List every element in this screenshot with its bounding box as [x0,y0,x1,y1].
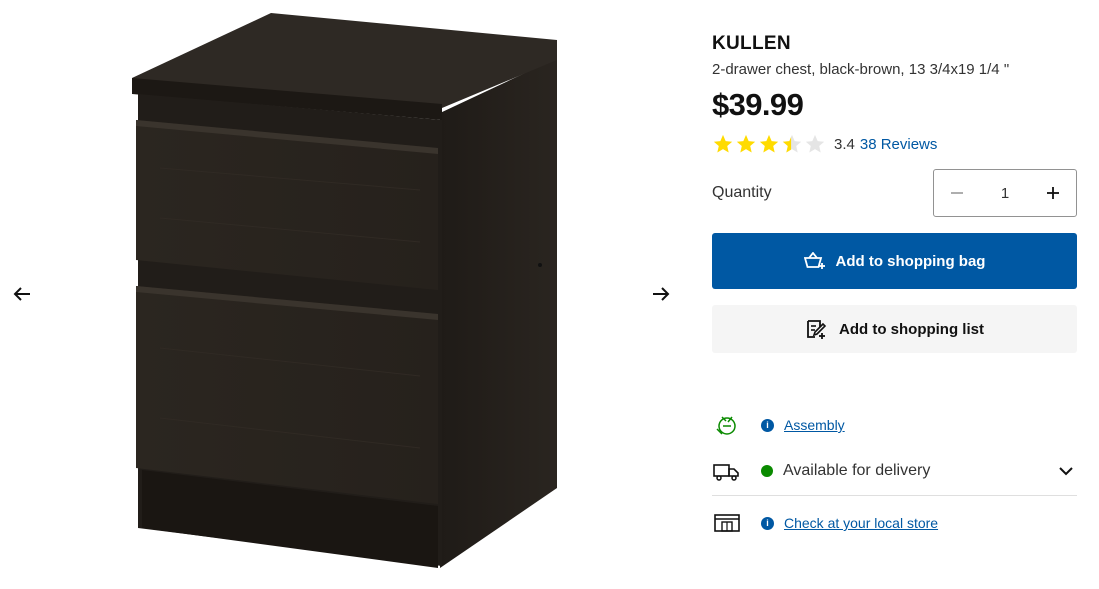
product-price: $39.99 [712,87,804,122]
add-to-list-label: Add to shopping list [839,320,984,338]
assembly-icon [716,416,736,435]
increase-quantity-button[interactable] [1036,176,1070,210]
chest-illustration [132,13,557,568]
quantity-stepper [933,169,1077,217]
assembly-link[interactable]: Assembly [784,417,845,433]
star-empty-icon [805,134,825,153]
divider [712,495,1077,496]
product-image [120,8,570,578]
store-icon [714,514,740,532]
arrow-left-icon [13,287,30,301]
shopping-list-icon [807,320,827,339]
delivery-truck-icon [713,464,739,481]
chevron-down-icon[interactable] [1055,460,1077,482]
shopping-bag-icon [803,252,825,269]
quantity-row: Quantity [712,169,1077,217]
info-icon[interactable]: i [761,418,774,432]
check-store-link[interactable]: Check at your local store [784,515,938,531]
store-row: i Check at your local store [712,510,1077,536]
rating-row: 3.4 38 Reviews [712,130,1077,158]
rating-value: 3.4 [834,135,855,153]
add-to-bag-button[interactable]: Add to shopping bag [712,233,1077,289]
delivery-status: Available for delivery [783,462,931,479]
star-partial-icon [782,134,802,153]
availability-dot [761,465,773,477]
previous-image-button[interactable] [8,280,36,308]
reviews-link[interactable]: 38 Reviews [860,136,938,153]
product-page: KULLEN 2-drawer chest, black-brown, 13 3… [0,0,1099,589]
delivery-row[interactable]: Available for delivery [712,458,1077,484]
add-to-bag-label: Add to shopping bag [835,252,986,270]
star-full-icon [759,134,779,153]
star-full-icon [736,134,756,153]
assembly-row: i Assembly [712,412,1077,438]
star-full-icon [713,134,733,153]
minus-icon [951,192,963,194]
arrow-right-icon [653,287,670,301]
decrease-quantity-button[interactable] [940,176,974,210]
quantity-input[interactable] [985,184,1025,202]
star-rating [712,133,826,155]
product-name: KULLEN [712,33,791,54]
product-details: KULLEN 2-drawer chest, black-brown, 13 3… [712,32,1077,353]
quantity-label: Quantity [712,184,772,201]
next-image-button[interactable] [647,280,675,308]
product-description: 2-drawer chest, black-brown, 13 3/4x19 1… [712,61,1010,78]
add-to-list-button[interactable]: Add to shopping list [712,305,1077,353]
plus-icon [1047,187,1059,199]
info-icon[interactable]: i [761,516,774,530]
